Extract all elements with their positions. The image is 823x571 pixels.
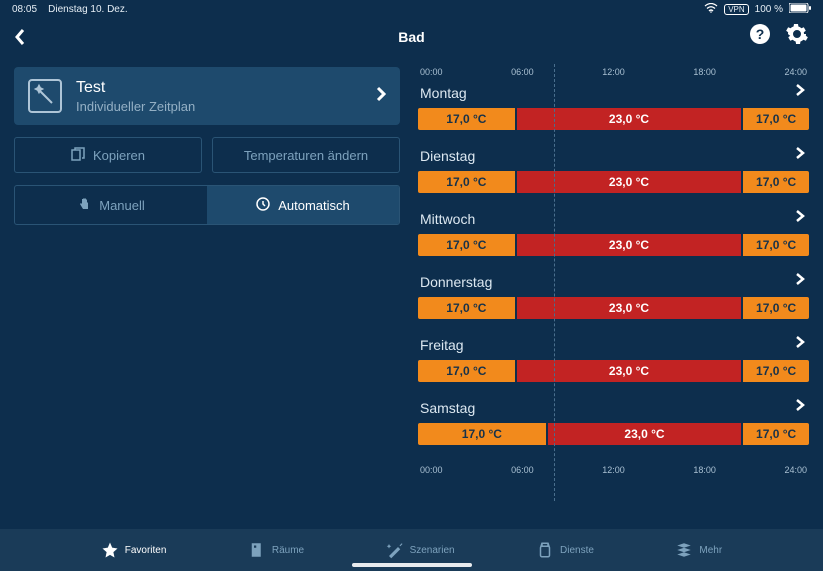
mode-auto-label: Automatisch [278,198,350,213]
temp-bar: 17,0 °C23,0 °C17,0 °C [418,297,809,319]
tab-fav-label: Favoriten [125,545,167,556]
temp-segment: 23,0 °C [517,171,741,193]
battery-icon [789,3,811,16]
wifi-icon [704,3,718,16]
temp-segment: 17,0 °C [418,171,515,193]
day-name: Montag [420,85,467,101]
home-indicator [352,563,472,567]
status-time: 08:05 [12,4,37,15]
day-name: Dienstag [420,148,475,164]
chevron-right-icon [795,398,805,417]
temp-segment: 17,0 °C [743,108,809,130]
temp-segment: 17,0 °C [418,234,515,256]
tab-scenarios[interactable]: Szenarien [386,541,455,559]
day-donnerstag: Donnerstag 17,0 °C23,0 °C17,0 °C [418,270,809,319]
day-samstag: Samstag 17,0 °C23,0 °C17,0 °C [418,396,809,445]
plan-card[interactable]: Test Individueller Zeitplan [14,67,400,125]
day-name: Freitag [420,337,464,353]
day-header[interactable]: Freitag [418,333,809,360]
copy-button[interactable]: Kopieren [14,137,202,173]
temp-segment: 17,0 °C [418,108,515,130]
temp-segment: 17,0 °C [743,234,809,256]
tab-more[interactable]: Mehr [675,541,722,559]
temp-segment: 23,0 °C [517,297,741,319]
status-bar: 08:05 Dienstag 10. Dez. VPN 100 % [0,0,823,16]
tab-rooms-label: Räume [272,545,304,556]
day-header[interactable]: Samstag [418,396,809,423]
temp-bar: 17,0 °C23,0 °C17,0 °C [418,171,809,193]
chevron-right-icon [795,83,805,102]
status-left: 08:05 Dienstag 10. Dez. [12,4,128,15]
temp-bar: 17,0 °C23,0 °C17,0 °C [418,234,809,256]
schedule-panel: 00:0006:0012:0018:0024:00 Montag17,0 °C2… [418,67,809,479]
temp-bar: 17,0 °C23,0 °C17,0 °C [418,108,809,130]
hand-icon [77,197,91,214]
chevron-right-icon [795,146,805,165]
chevron-right-icon [795,209,805,228]
temp-bar: 17,0 °C23,0 °C17,0 °C [418,423,809,445]
back-button[interactable] [14,27,26,47]
mode-auto[interactable]: Automatisch [207,186,399,224]
day-header[interactable]: Montag [418,81,809,108]
day-freitag: Freitag 17,0 °C23,0 °C17,0 °C [418,333,809,382]
svg-text:?: ? [756,26,765,42]
wand-icon [28,79,62,113]
day-dienstag: Dienstag 17,0 °C23,0 °C17,0 °C [418,144,809,193]
plan-title: Test [76,79,362,97]
mode-manual[interactable]: Manuell [15,186,207,224]
copy-icon [71,147,85,164]
change-temps-button[interactable]: Temperaturen ändern [212,137,400,173]
tab-scen-label: Szenarien [410,545,455,556]
temp-segment: 23,0 °C [517,108,741,130]
temp-segment: 17,0 °C [418,423,546,445]
day-name: Donnerstag [420,274,492,290]
clock-icon [256,197,270,214]
status-date: Dienstag 10. Dez. [48,4,128,15]
help-icon[interactable]: ? [749,23,771,50]
temp-segment: 17,0 °C [743,423,809,445]
day-montag: Montag 17,0 °C23,0 °C17,0 °C [418,81,809,130]
time-scale-bottom: 00:0006:0012:0018:0024:00 [418,465,809,475]
temp-segment: 23,0 °C [517,360,741,382]
temp-segment: 17,0 °C [418,297,515,319]
header: Bad ? [0,16,823,61]
plan-subtitle: Individueller Zeitplan [76,99,362,114]
tab-more-label: Mehr [699,545,722,556]
gear-icon[interactable] [785,22,809,51]
day-name: Samstag [420,400,475,416]
battery-pct: 100 % [755,4,783,15]
day-header[interactable]: Donnerstag [418,270,809,297]
temp-segment: 23,0 °C [548,423,742,445]
tab-serv-label: Dienste [560,545,594,556]
temp-bar: 17,0 °C23,0 °C17,0 °C [418,360,809,382]
mode-manual-label: Manuell [99,198,145,213]
status-right: VPN 100 % [704,3,811,16]
change-temps-label: Temperaturen ändern [244,148,368,163]
chevron-right-icon [795,272,805,291]
copy-label: Kopieren [93,148,145,163]
chevron-right-icon [795,335,805,354]
page-title: Bad [398,29,424,45]
day-name: Mittwoch [420,211,475,227]
temp-segment: 17,0 °C [743,297,809,319]
temp-segment: 17,0 °C [418,360,515,382]
vpn-badge: VPN [724,4,748,15]
tab-favorites[interactable]: Favoriten [101,541,167,559]
temp-segment: 17,0 °C [743,171,809,193]
temp-segment: 23,0 °C [517,234,741,256]
tab-rooms[interactable]: Räume [248,541,304,559]
time-scale-top: 00:0006:0012:0018:0024:00 [418,67,809,77]
temp-segment: 17,0 °C [743,360,809,382]
tab-services[interactable]: Dienste [536,541,594,559]
day-header[interactable]: Dienstag [418,144,809,171]
day-header[interactable]: Mittwoch [418,207,809,234]
chevron-right-icon [376,86,386,107]
day-mittwoch: Mittwoch 17,0 °C23,0 °C17,0 °C [418,207,809,256]
